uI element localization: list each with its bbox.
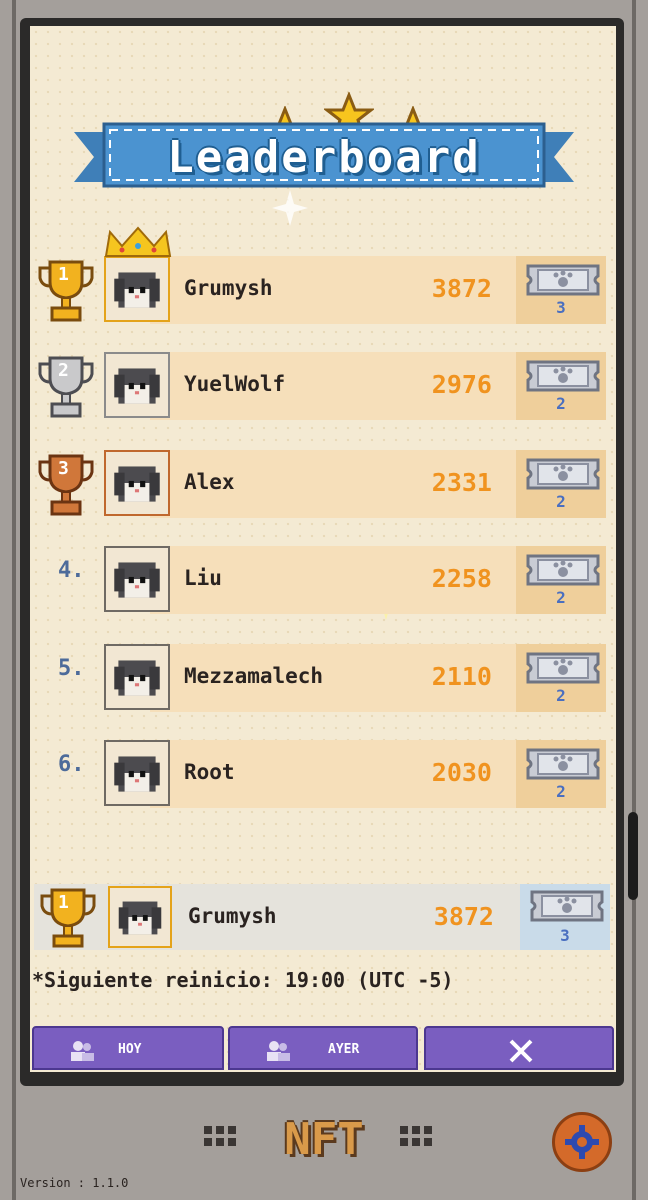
reset-note: *Siguiente reinicio: 19:00 (UTC -5) (32, 968, 454, 992)
close-button[interactable] (424, 1026, 614, 1070)
bottom-tab-bar: HOY AYER (30, 1026, 616, 1072)
leaderboard-row[interactable]: 5. Mezzamalech 2110 2 (0, 644, 606, 712)
player-name: Grumysh (188, 904, 277, 928)
ticket-icon (526, 458, 600, 490)
title-ribbon: Leaderboard (74, 122, 574, 194)
avatar (104, 256, 170, 322)
ticket-count: 3 (560, 926, 570, 945)
avatar (108, 886, 172, 948)
avatar (104, 546, 170, 612)
avatar (104, 740, 170, 806)
gear-icon (565, 1125, 599, 1159)
rank-number: 1 (58, 892, 69, 913)
ticket-icon (530, 890, 604, 922)
page-title: Leaderboard (167, 132, 481, 183)
rank-number: 1 (58, 264, 69, 285)
ticket-count: 2 (556, 782, 566, 801)
ticket-count: 3 (556, 298, 566, 317)
player-score: 3872 (433, 902, 494, 931)
ticket-count: 2 (556, 686, 566, 705)
player-name: Liu (184, 566, 222, 590)
player-name: Mezzamalech (184, 664, 324, 688)
close-icon (509, 1039, 533, 1063)
rank-number: 4. (58, 558, 85, 583)
nft-logo: NFT (204, 1112, 444, 1172)
leaderboard-row[interactable]: 4. Liu 2258 2 (0, 546, 606, 614)
avatar (104, 450, 170, 516)
sparkle-icon (272, 190, 308, 226)
rank-number: 5. (58, 656, 85, 681)
player-name: YuelWolf (184, 372, 286, 396)
leaderboard-row[interactable]: 6. Root 2030 2 (0, 740, 606, 808)
player-score: 2976 (431, 370, 492, 399)
player-score: 2258 (431, 564, 492, 593)
rank-number: 2 (58, 360, 69, 381)
settings-button[interactable] (552, 1112, 612, 1172)
ticket-icon (526, 360, 600, 392)
ticket-icon (526, 748, 600, 780)
player-score: 3872 (431, 274, 492, 303)
ticket-count: 2 (556, 394, 566, 413)
avatar (104, 644, 170, 710)
rank-number: 6. (58, 752, 85, 777)
player-score: 2110 (431, 662, 492, 691)
tab-hoy[interactable]: HOY (32, 1026, 224, 1070)
friends-icon (267, 1041, 290, 1061)
ticket-icon (526, 652, 600, 684)
leaderboard-row[interactable]: 1 Grumysh 3872 3 (0, 226, 606, 324)
crown-icon (104, 226, 172, 257)
leaderboard-row[interactable]: 2 YuelWolf 2976 2 (0, 352, 606, 420)
tab-ayer[interactable]: AYER (228, 1026, 418, 1070)
scrollbar-thumb[interactable] (628, 812, 638, 900)
player-score: 2331 (431, 468, 492, 497)
ticket-count: 2 (556, 492, 566, 511)
player-name: Alex (184, 470, 235, 494)
player-score: 2030 (431, 758, 492, 787)
tab-label: AYER (328, 1042, 360, 1057)
current-user-row[interactable]: 1 Grumysh 3872 3 (34, 884, 610, 950)
friends-icon (71, 1041, 94, 1061)
ticket-icon (526, 554, 600, 586)
ticket-icon (526, 264, 600, 296)
player-name: Root (184, 760, 235, 784)
rank-number: 3 (58, 458, 69, 479)
player-name: Grumysh (184, 276, 273, 300)
logo-text: NFT (284, 1114, 364, 1165)
avatar (104, 352, 170, 418)
version-label: Version : 1.1.0 (20, 1176, 129, 1190)
tab-label: HOY (118, 1042, 142, 1057)
ticket-count: 2 (556, 588, 566, 607)
leaderboard-row[interactable]: 3 Alex 2331 2 (0, 450, 606, 518)
